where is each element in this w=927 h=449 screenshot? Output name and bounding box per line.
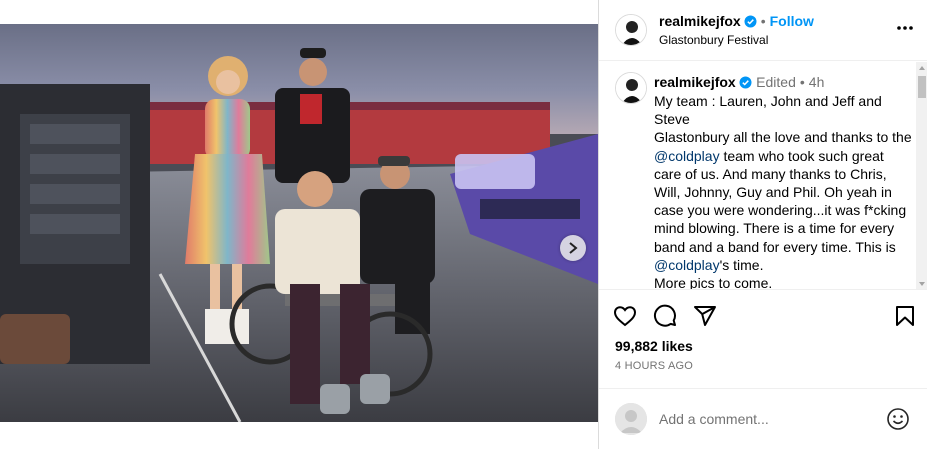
follow-button[interactable]: Follow [770, 13, 814, 29]
scroll-up-arrow[interactable] [919, 66, 925, 70]
avatar[interactable] [615, 14, 647, 46]
caption-age[interactable]: 4h [809, 74, 825, 90]
post-photo[interactable] [0, 24, 598, 422]
default-avatar-icon [615, 403, 647, 435]
post-username[interactable]: realmikejfox [659, 13, 741, 29]
comment-button[interactable] [653, 304, 677, 333]
chevron-right-icon [569, 242, 578, 254]
avatar-image [616, 15, 646, 45]
caption-text: My team : Lauren, John and Jeff and Stev… [654, 92, 912, 289]
caption-username[interactable]: realmikejfox [654, 74, 736, 90]
caption-avatar[interactable] [615, 72, 647, 104]
photo-illustration [0, 24, 598, 422]
caption-scroll-area[interactable]: realmikejfox Edited • 4h My team : Lauren,… [599, 62, 927, 290]
save-button[interactable] [893, 304, 917, 333]
carousel-next-button[interactable] [560, 235, 586, 261]
share-button[interactable] [693, 304, 717, 333]
header-user-line: realmikejfox • Follow [659, 13, 814, 33]
avatar-image [616, 73, 646, 103]
bookmark-icon [896, 306, 914, 326]
share-icon [694, 306, 716, 326]
scrollbar-thumb[interactable] [918, 76, 926, 98]
caption-scrollbar[interactable] [916, 62, 927, 289]
like-button[interactable] [613, 304, 637, 333]
edited-label: Edited [756, 74, 796, 90]
comment-input[interactable] [659, 409, 869, 429]
scroll-down-arrow[interactable] [919, 282, 925, 286]
more-options-icon [897, 26, 913, 30]
mention-link[interactable]: @coldplay [654, 148, 720, 164]
mention-link[interactable]: @coldplay [654, 257, 720, 273]
caption-header-line: realmikejfox Edited • 4h [654, 74, 824, 94]
more-options-button[interactable] [896, 18, 914, 41]
likes-count[interactable]: 99,882 likes [615, 338, 693, 354]
caption-segment: My team : Lauren, John and Jeff and Stev… [654, 93, 912, 146]
separator-dot: • [799, 74, 805, 90]
separator-dot: • [760, 13, 766, 29]
comment-icon [654, 304, 676, 327]
post-timestamp[interactable]: 4 HOURS AGO [615, 360, 693, 372]
heart-icon [613, 306, 637, 327]
comment-bar [599, 388, 927, 449]
verified-badge-icon [744, 15, 757, 33]
post-sidebar: realmikejfox • Follow Glastonbury Festival… [598, 0, 927, 449]
post-location[interactable]: Glastonbury Festival [659, 33, 768, 47]
emoji-button[interactable] [886, 407, 910, 436]
current-user-avatar [615, 403, 647, 435]
action-bar [613, 304, 918, 330]
post-header: realmikejfox • Follow Glastonbury Festival [599, 0, 927, 61]
emoji-icon [887, 408, 909, 430]
